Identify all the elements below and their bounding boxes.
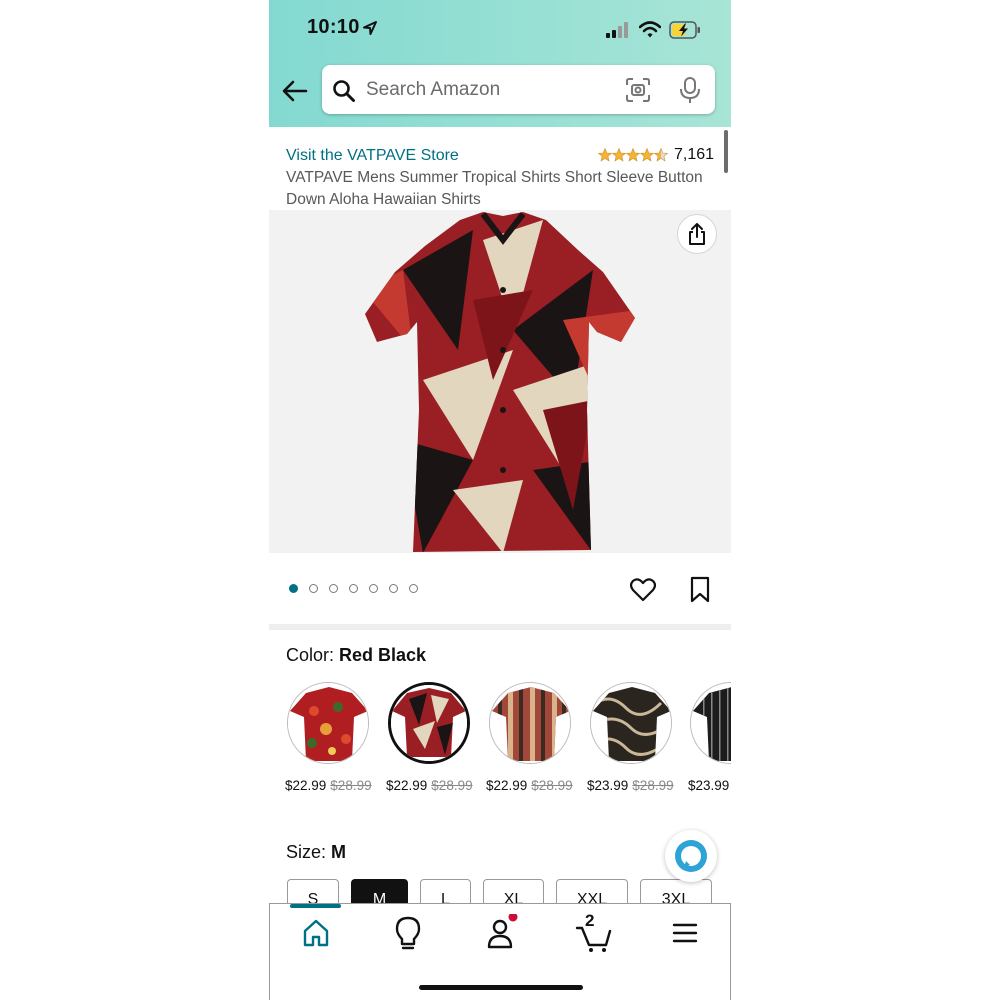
selected-color: Red Black	[339, 645, 427, 665]
swatch-image	[591, 683, 671, 763]
swatch-image	[490, 683, 570, 763]
share-button[interactable]	[677, 214, 717, 254]
rating-stars-icon[interactable]	[598, 147, 670, 163]
swatch-image	[391, 685, 467, 761]
product-title: VATPAVE Mens Summer Tropical Shirts Shor…	[286, 169, 703, 208]
search-icon	[333, 80, 355, 102]
selected-size: M	[331, 842, 347, 862]
color-swatch-black-tan[interactable]	[590, 682, 672, 764]
carousel-dot[interactable]	[369, 584, 378, 593]
carousel-dot[interactable]	[389, 584, 398, 593]
color-swatch-red-black[interactable]	[388, 682, 470, 764]
share-icon	[689, 223, 705, 245]
color-label: Color: Red Black	[286, 645, 427, 665]
color-option-price: $22.99 $28.99	[285, 778, 372, 793]
search-bar[interactable]	[322, 65, 715, 114]
account-icon	[487, 912, 518, 949]
nav-cart[interactable]: 2	[563, 911, 623, 954]
color-option-price: $22.99 $28.99	[486, 778, 573, 793]
section-divider	[269, 624, 731, 630]
color-option-price: $23.99	[688, 778, 730, 793]
carousel-dot[interactable]	[329, 584, 338, 593]
store-link[interactable]: Visit the VATPAVE Store	[286, 147, 459, 165]
app-header: 10:10	[269, 0, 731, 127]
nav-home[interactable]	[286, 914, 346, 954]
swatch-image	[288, 683, 368, 763]
color-option-price: $23.99 $28.99	[587, 778, 674, 793]
scrollbar[interactable]	[724, 130, 728, 173]
back-arrow-icon[interactable]	[281, 78, 309, 104]
wifi-icon	[639, 21, 661, 38]
search-input[interactable]	[366, 77, 606, 103]
heart-icon[interactable]	[630, 578, 656, 602]
carousel-dot[interactable]	[409, 584, 418, 593]
phone-screen: 10:10 Search Amazon Visit the VATPAVE St…	[269, 0, 731, 1000]
rating-count[interactable]: 7,161	[674, 146, 714, 164]
nav-menu[interactable]	[655, 914, 715, 954]
size-label: Size: M	[286, 842, 347, 862]
home-indicator[interactable]	[419, 985, 583, 990]
signal-icon	[606, 22, 628, 38]
cart-count-badge: 2	[585, 911, 595, 930]
microphone-icon[interactable]	[679, 76, 701, 104]
camera-scan-icon[interactable]	[625, 77, 651, 103]
bookmark-icon[interactable]	[689, 576, 711, 604]
product-image-carousel[interactable]	[269, 210, 731, 553]
nav-account[interactable]	[470, 912, 530, 954]
alexa-icon	[675, 840, 707, 872]
carousel-dot[interactable]	[289, 584, 298, 593]
color-swatch-red-floral[interactable]	[287, 682, 369, 764]
color-swatch-black-stripes[interactable]	[690, 682, 731, 764]
color-swatch-stripes[interactable]	[489, 682, 571, 764]
location-arrow-icon	[363, 21, 377, 35]
bottom-nav: 2	[269, 903, 731, 1000]
status-time: 10:10	[307, 16, 360, 38]
nav-inspire[interactable]	[378, 914, 438, 954]
alexa-button[interactable]	[665, 830, 717, 882]
carousel-dots[interactable]	[289, 584, 418, 593]
product-image	[365, 212, 635, 552]
menu-icon	[672, 923, 698, 943]
color-option-price: $22.99 $28.99	[386, 778, 473, 793]
swatch-image	[691, 683, 731, 763]
lightbulb-icon	[395, 916, 421, 950]
active-tab-indicator	[290, 904, 341, 908]
carousel-dot[interactable]	[309, 584, 318, 593]
carousel-dot[interactable]	[349, 584, 358, 593]
battery-charging-icon	[669, 21, 700, 39]
home-icon	[303, 919, 329, 947]
